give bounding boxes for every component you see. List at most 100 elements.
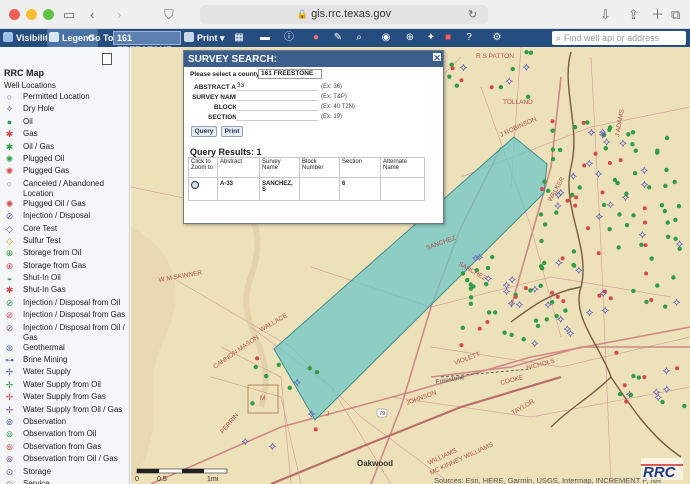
well-marker[interactable] bbox=[538, 264, 544, 269]
well-marker[interactable] bbox=[675, 366, 679, 371]
well-marker[interactable] bbox=[554, 210, 559, 215]
well-marker[interactable] bbox=[663, 183, 668, 189]
identify-tool-icon[interactable]: ◉ bbox=[379, 32, 393, 44]
well-marker[interactable] bbox=[560, 256, 565, 261]
settings-tool-icon[interactable]: ⚙ bbox=[490, 32, 504, 44]
well-marker[interactable] bbox=[465, 277, 470, 283]
well-marker[interactable] bbox=[644, 271, 649, 276]
close-window-button[interactable] bbox=[9, 9, 20, 20]
well-marker[interactable] bbox=[640, 166, 648, 175]
well-marker[interactable] bbox=[630, 130, 636, 135]
well-marker[interactable] bbox=[566, 329, 575, 338]
well-marker[interactable] bbox=[524, 49, 529, 55]
well-marker[interactable] bbox=[633, 148, 638, 153]
well-marker[interactable] bbox=[540, 187, 544, 191]
well-marker[interactable] bbox=[630, 142, 635, 147]
well-marker[interactable] bbox=[663, 304, 668, 309]
well-marker[interactable] bbox=[550, 156, 556, 162]
print-menu-button[interactable]: Print ▾ bbox=[184, 29, 225, 47]
well-marker[interactable] bbox=[447, 74, 452, 79]
well-marker[interactable] bbox=[608, 296, 613, 301]
well-marker[interactable] bbox=[570, 192, 575, 198]
well-marker[interactable] bbox=[557, 147, 563, 153]
well-marker[interactable] bbox=[508, 275, 516, 284]
well-marker[interactable] bbox=[490, 254, 495, 260]
well-marker[interactable] bbox=[638, 230, 647, 239]
well-marker[interactable] bbox=[665, 220, 670, 225]
well-marker[interactable] bbox=[622, 383, 627, 388]
reload-icon[interactable]: ↻ bbox=[468, 7, 477, 24]
well-marker[interactable] bbox=[510, 66, 515, 72]
well-marker[interactable] bbox=[675, 240, 684, 248]
well-marker[interactable] bbox=[619, 139, 627, 148]
well-marker[interactable] bbox=[450, 66, 455, 71]
download-icon[interactable]: ⇩ bbox=[600, 6, 611, 23]
well-marker[interactable] bbox=[573, 203, 578, 208]
well-marker[interactable] bbox=[459, 63, 468, 72]
well-marker[interactable] bbox=[676, 203, 682, 209]
well-marker[interactable] bbox=[498, 85, 504, 90]
well-marker[interactable] bbox=[585, 308, 594, 317]
zoom-cell[interactable] bbox=[188, 177, 218, 201]
well-marker[interactable] bbox=[664, 135, 670, 141]
zoom-to-icon[interactable] bbox=[191, 181, 199, 189]
well-marker[interactable] bbox=[594, 170, 603, 178]
well-marker[interactable] bbox=[531, 285, 539, 293]
well-marker[interactable] bbox=[492, 310, 498, 315]
help-icon[interactable]: ? bbox=[462, 32, 476, 44]
county-select[interactable]: 161 FREESTONE bbox=[258, 69, 322, 79]
well-marker[interactable] bbox=[643, 220, 647, 225]
grid-tool-icon[interactable]: ▦ bbox=[232, 32, 246, 44]
pin-tool-icon[interactable]: ● bbox=[309, 32, 323, 44]
well-marker[interactable] bbox=[554, 313, 559, 319]
well-marker[interactable] bbox=[624, 399, 629, 404]
well-marker[interactable] bbox=[535, 323, 541, 329]
well-marker[interactable] bbox=[649, 256, 654, 261]
well-marker[interactable] bbox=[649, 298, 654, 302]
well-marker[interactable] bbox=[276, 362, 281, 367]
survey-name-field[interactable] bbox=[236, 92, 318, 101]
well-marker[interactable] bbox=[643, 243, 648, 248]
visibility-button[interactable]: Visibility bbox=[3, 29, 53, 47]
well-marker[interactable] bbox=[528, 50, 534, 55]
well-marker[interactable] bbox=[665, 234, 671, 239]
well-marker[interactable] bbox=[287, 385, 292, 390]
target-tool-icon[interactable]: ⊕ bbox=[403, 32, 417, 44]
well-marker[interactable] bbox=[631, 288, 636, 294]
share-icon[interactable]: ⇪ bbox=[628, 6, 639, 23]
query-tool-icon[interactable]: ⌕ bbox=[352, 32, 366, 44]
well-marker[interactable] bbox=[561, 299, 566, 304]
well-marker[interactable] bbox=[477, 326, 482, 331]
well-marker[interactable] bbox=[603, 146, 608, 151]
well-marker[interactable] bbox=[530, 339, 539, 348]
well-marker[interactable] bbox=[550, 128, 555, 133]
well-marker[interactable] bbox=[655, 150, 660, 155]
well-marker[interactable] bbox=[574, 195, 579, 200]
well-marker[interactable] bbox=[538, 283, 543, 288]
well-marker[interactable] bbox=[542, 222, 548, 227]
forward-icon[interactable]: › bbox=[117, 6, 121, 23]
block-field[interactable] bbox=[236, 102, 318, 111]
well-marker[interactable] bbox=[631, 213, 636, 218]
well-marker[interactable] bbox=[662, 367, 671, 375]
well-marker[interactable] bbox=[522, 63, 531, 71]
well-marker[interactable] bbox=[454, 83, 459, 88]
well-marker[interactable] bbox=[624, 191, 629, 196]
well-marker[interactable] bbox=[549, 300, 555, 305]
well-marker[interactable] bbox=[449, 62, 454, 67]
well-marker[interactable] bbox=[563, 308, 568, 313]
well-marker[interactable] bbox=[502, 330, 507, 335]
well-marker[interactable] bbox=[602, 138, 611, 146]
well-marker[interactable] bbox=[555, 258, 563, 267]
well-marker[interactable] bbox=[673, 236, 678, 241]
well-marker[interactable] bbox=[515, 300, 524, 309]
well-marker[interactable] bbox=[616, 245, 621, 250]
well-marker[interactable] bbox=[459, 78, 464, 83]
shield-icon[interactable]: ⛉ bbox=[164, 6, 174, 23]
well-marker[interactable] bbox=[542, 260, 547, 266]
well-marker[interactable] bbox=[575, 266, 583, 275]
well-marker[interactable] bbox=[314, 369, 320, 375]
well-marker[interactable] bbox=[659, 203, 665, 208]
well-marker[interactable] bbox=[624, 222, 630, 228]
well-marker[interactable] bbox=[585, 159, 594, 168]
